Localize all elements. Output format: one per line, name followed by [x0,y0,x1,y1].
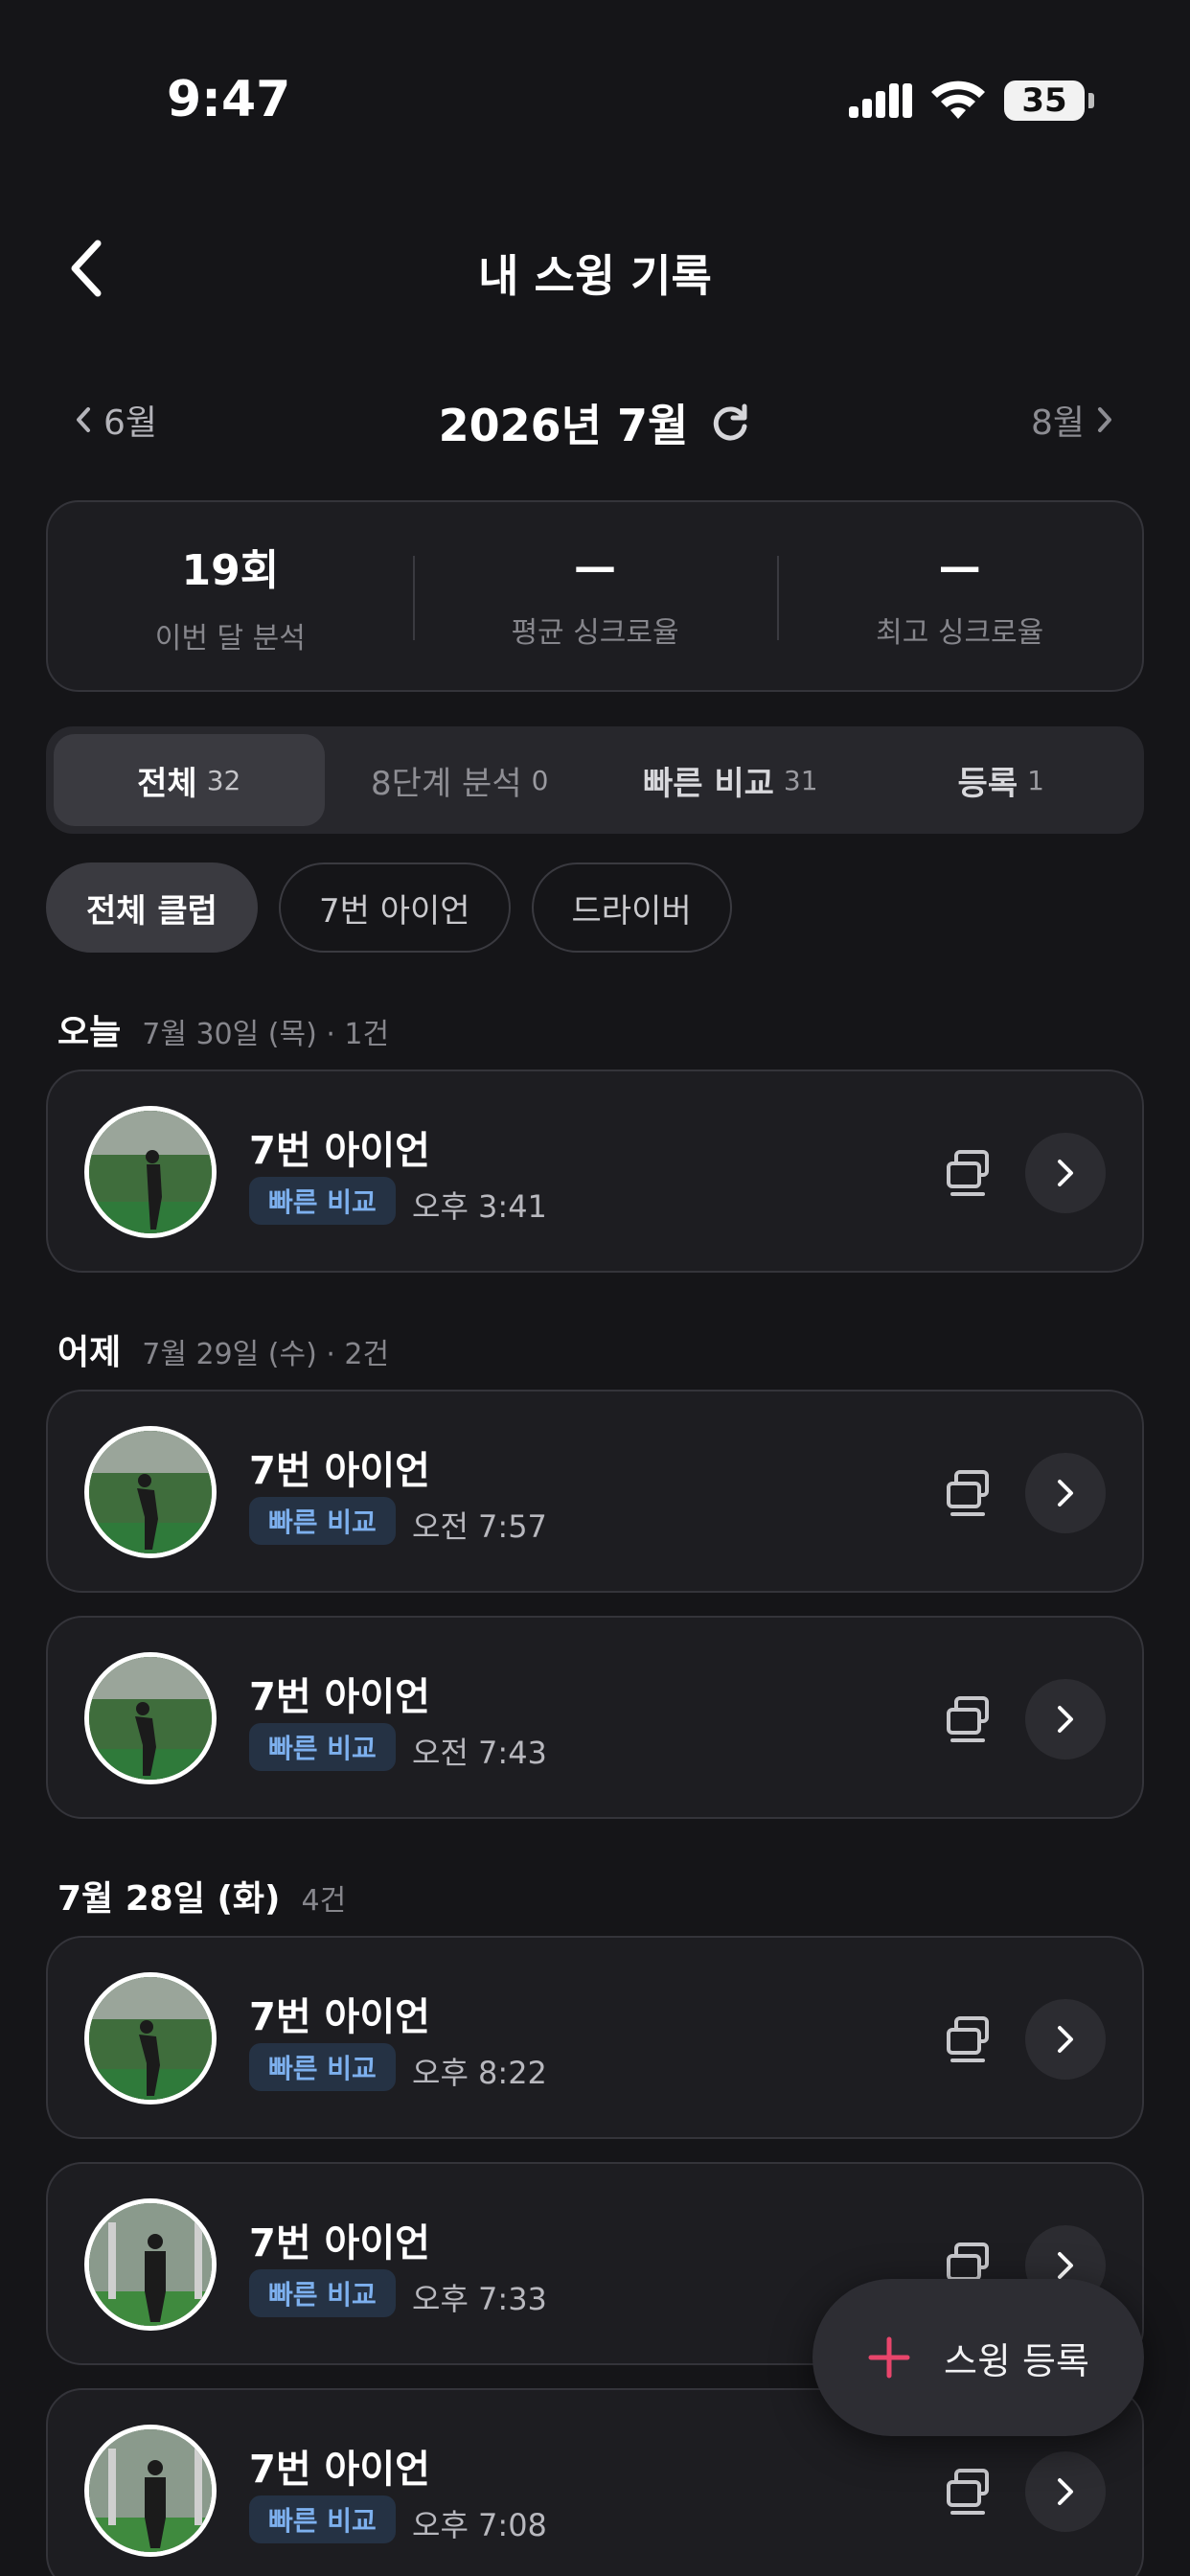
compare-icon[interactable] [941,2012,995,2066]
chevron-right-icon [1058,1480,1073,1506]
next-month-button[interactable]: 8월 [1031,395,1113,445]
tab-8-step-analysis[interactable]: 8단계 분석 0 [325,734,596,826]
stat-value: — [574,541,616,591]
chevron-right-icon [1058,1160,1073,1186]
stat-label: 최고 싱크로율 [876,615,1044,650]
record-club-name: 7번 아이언 [249,2221,430,2266]
status-time: 9:47 [167,71,291,128]
record-club-name: 7번 아이언 [249,1449,430,1493]
fab-label: 스윙 등록 [944,2339,1089,2382]
swing-thumbnail [84,2198,217,2331]
group-subtitle: 4건 [301,1884,347,1918]
record-type-badge: 빠른 비교 [249,1723,396,1771]
record-time: 오후 8:22 [412,2055,547,2091]
tab-quick-compare[interactable]: 빠른 비교 31 [595,734,866,826]
club-filter-chips: 전체 클럽 7번 아이언 드라이버 [46,862,732,953]
stat-monthly-analysis: 19회 이번 달 분석 [48,502,413,690]
group-subtitle: 7월 29일 (수) · 2건 [142,1338,390,1371]
open-record-button[interactable] [1025,2451,1106,2532]
record-time: 오후 7:33 [412,2281,547,2317]
swing-thumbnail [84,1426,217,1558]
record-time: 오전 7:57 [412,1508,547,1545]
stat-value: 19회 [181,546,280,595]
swing-thumbnail [84,2425,217,2557]
chevron-right-icon [1058,2478,1073,2505]
page-title: 내 스윙 기록 [478,250,712,302]
record-type-badge: 빠른 비교 [249,2269,396,2317]
compare-icon[interactable] [941,1146,995,1200]
record-club-name: 7번 아이언 [249,1129,430,1173]
chevron-right-icon [1058,2026,1073,2053]
group-title: 오늘 [57,1013,122,1052]
swing-record-card[interactable]: 7번 아이언 빠른 비교 오후 8:22 [46,1936,1144,2139]
cellular-signal-icon [849,83,912,118]
tab-label: 8단계 분석 [371,764,522,803]
swing-thumbnail [84,1106,217,1238]
group-title: 7월 28일 (화) [57,1879,281,1919]
chip-driver[interactable]: 드라이버 [531,862,732,953]
compare-icon[interactable] [941,1692,995,1746]
record-time: 오전 7:43 [412,1735,547,1771]
battery-indicator: 35 [1004,80,1085,121]
chevron-right-icon [1058,2252,1073,2279]
current-month: 2026년 7월 [0,391,1190,454]
stat-label: 평균 싱크로율 [511,615,679,650]
tab-count: 0 [531,764,549,796]
swing-record-card[interactable]: 7번 아이언 빠른 비교 오후 3:41 [46,1070,1144,1273]
open-record-button[interactable] [1025,1679,1106,1760]
current-month-label: 2026년 7월 [438,400,689,451]
battery-tip [1088,93,1094,108]
group-header-yesterday: 어제 7월 29일 (수) · 2건 [57,1324,389,1374]
wifi-icon [931,80,985,119]
group-title: 어제 [57,1333,122,1372]
record-club-name: 7번 아이언 [249,1675,430,1719]
swing-record-card[interactable]: 7번 아이언 빠른 비교 오전 7:57 [46,1390,1144,1593]
record-club-name: 7번 아이언 [249,2448,430,2492]
swing-thumbnail [84,1652,217,1784]
monthly-stats-card: 19회 이번 달 분석 — 평균 싱크로율 — 최고 싱크로율 [46,500,1144,692]
register-swing-fab[interactable]: 스윙 등록 [812,2279,1144,2436]
tab-label: 빠른 비교 [642,764,774,803]
chip-7-iron[interactable]: 7번 아이언 [278,862,511,953]
group-header-today: 오늘 7월 30일 (목) · 1건 [57,1004,389,1054]
stat-label: 이번 달 분석 [154,622,306,656]
status-icons: 35 [849,80,1094,121]
record-time: 오후 3:41 [412,1188,547,1225]
group-header-jul-28: 7월 28일 (화) 4건 [57,1871,346,1920]
group-subtitle: 7월 30일 (목) · 1건 [142,1018,390,1051]
stat-average-sync: — 평균 싱크로율 [412,502,778,690]
record-club-name: 7번 아이언 [249,1995,430,2039]
next-month-label: 8월 [1030,403,1085,443]
record-type-badge: 빠른 비교 [249,1497,396,1545]
stat-value: — [938,541,981,591]
chip-all-clubs[interactable]: 전체 클럽 [46,862,258,953]
compare-icon[interactable] [941,1466,995,1520]
record-type-tabs: 전체 32 8단계 분석 0 빠른 비교 31 등록 1 [46,726,1144,834]
refresh-icon[interactable] [709,402,751,444]
open-record-button[interactable] [1025,1133,1106,1213]
chevron-right-icon [1058,1706,1073,1733]
record-type-badge: 빠른 비교 [249,1177,396,1225]
open-record-button[interactable] [1025,1453,1106,1533]
record-type-badge: 빠른 비교 [249,2496,396,2543]
compare-icon[interactable] [941,2465,995,2518]
tab-count: 32 [206,764,241,796]
tab-count: 31 [783,764,818,796]
swing-thumbnail [84,1972,217,2104]
tab-all[interactable]: 전체 32 [54,734,325,826]
swing-record-card[interactable]: 7번 아이언 빠른 비교 오전 7:43 [46,1616,1144,1819]
open-record-button[interactable] [1025,1999,1106,2080]
record-type-badge: 빠른 비교 [249,2043,396,2091]
tab-count: 1 [1027,764,1044,796]
record-time: 오후 7:08 [412,2507,547,2543]
tab-registered[interactable]: 등록 1 [866,734,1137,826]
plus-icon [868,2336,910,2379]
stat-best-sync: — 최고 싱크로율 [777,502,1142,690]
tab-label: 등록 [957,764,1018,803]
tab-label: 전체 [137,764,197,803]
chevron-right-icon [1098,407,1111,432]
